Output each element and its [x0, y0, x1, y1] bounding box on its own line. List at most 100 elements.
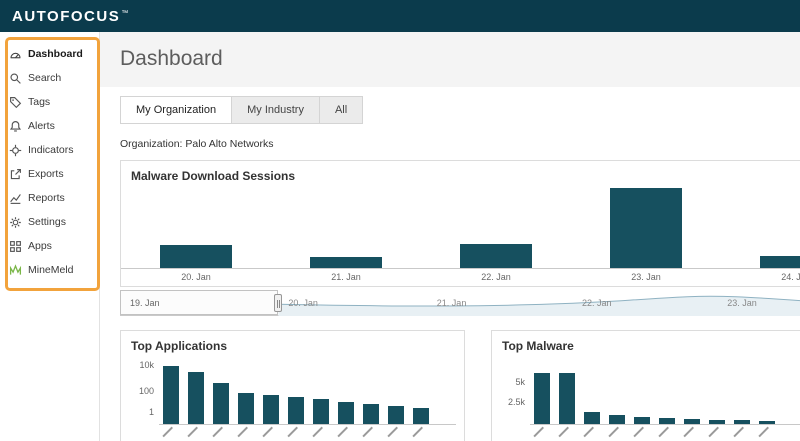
tag-icon	[9, 96, 22, 109]
panel-title: Top Applications	[121, 331, 464, 357]
malware-sessions-bar	[160, 245, 232, 268]
y-tick-label: 1	[149, 407, 154, 417]
rotated-tick-label	[583, 427, 593, 437]
sidebar-item-exports[interactable]: Exports	[0, 162, 99, 186]
rotated-tick-label	[262, 427, 272, 437]
rotated-tick-label	[312, 427, 322, 437]
bar-chart-area	[121, 187, 800, 269]
malware-sessions-bar	[760, 256, 800, 268]
sidebar-item-label: Reports	[28, 192, 65, 204]
top-malware-panel: Top Malware 5k 2.5k	[491, 330, 800, 441]
main-content: Dashboard My Organization My Industry Al…	[100, 32, 800, 441]
sidebar-item-label: Settings	[28, 216, 66, 228]
x-axis-label: 21. Jan	[271, 269, 421, 282]
sidebar-item-reports[interactable]: Reports	[0, 186, 99, 210]
minemeld-icon	[9, 264, 22, 277]
tab-my-organization[interactable]: My Organization	[120, 96, 232, 124]
y-tick-label: 2.5k	[508, 397, 525, 407]
tab-all[interactable]: All	[319, 96, 363, 124]
malware-download-sessions-panel: Malware Download Sessions 20. Jan21. Jan…	[120, 160, 800, 287]
sidebar-item-settings[interactable]: Settings	[0, 210, 99, 234]
x-axis-label: 23. Jan	[571, 269, 721, 282]
rotated-tick-label	[533, 427, 543, 437]
rotated-tick-label	[387, 427, 397, 437]
chart-bar	[759, 421, 775, 424]
brush-drag-handle[interactable]	[274, 294, 282, 312]
sidebar-item-tags[interactable]: Tags	[0, 90, 99, 114]
sidebar-item-search[interactable]: Search	[0, 66, 99, 90]
malware-sessions-bar	[460, 244, 532, 268]
time-range-selector: 19. Jan 20. Jan 21. Jan 22. Jan 23. Jan	[120, 290, 800, 316]
panel-title: Malware Download Sessions	[121, 161, 800, 187]
sidebar-item-dashboard[interactable]: Dashboard	[0, 42, 99, 66]
app-header: AUTOFOCUS™	[0, 0, 800, 32]
rotated-tick-label	[162, 427, 172, 437]
crosshair-icon	[9, 144, 22, 157]
rotated-tick-label	[683, 427, 693, 437]
chart-bar	[684, 419, 700, 424]
malware-sessions-bar	[610, 188, 682, 268]
chart-bar	[734, 420, 750, 424]
sidebar-item-indicators[interactable]: Indicators	[0, 138, 99, 162]
tab-my-industry[interactable]: My Industry	[231, 96, 320, 124]
sidebar-item-label: Dashboard	[28, 48, 83, 60]
chart-bar	[313, 399, 329, 424]
sidebar-item-minemeld[interactable]: MineMeld	[0, 258, 99, 282]
chart-bar	[238, 393, 254, 424]
chart-bar	[584, 412, 600, 424]
rotated-tick-label	[212, 427, 222, 437]
page-title: Dashboard	[100, 32, 800, 87]
chart-bar	[534, 373, 550, 424]
rotated-tick-label	[633, 427, 643, 437]
x-axis-labels: 20. Jan21. Jan22. Jan23. Jan24. Jan	[121, 269, 800, 282]
malware-sessions-bar	[310, 257, 382, 268]
chart-bar	[659, 418, 675, 424]
trademark-symbol: ™	[121, 10, 128, 17]
export-icon	[9, 168, 22, 181]
organization-label: Organization: Palo Alto Networks	[120, 138, 800, 150]
apps-grid-icon	[9, 240, 22, 253]
chart-bar	[263, 395, 279, 424]
chart-bar	[213, 383, 229, 424]
rotated-x-labels	[492, 425, 800, 433]
top-malware-bars	[530, 363, 800, 425]
sidebar-item-label: Apps	[28, 240, 52, 252]
rotated-tick-label	[658, 427, 668, 437]
sidebar-item-alerts[interactable]: Alerts	[0, 114, 99, 138]
chart-bar	[609, 415, 625, 424]
x-axis-label: 24. Jan	[721, 269, 800, 282]
rotated-tick-label	[608, 427, 618, 437]
dashboard-icon	[9, 48, 22, 61]
chart-bar	[709, 420, 725, 424]
rotated-tick-label	[558, 427, 568, 437]
dashboard-tabs: My Organization My Industry All	[120, 96, 363, 124]
timeline-label: 23. Jan	[727, 298, 757, 308]
timeline-label: 20. Jan	[288, 298, 318, 308]
rotated-tick-label	[287, 427, 297, 437]
chart-bar	[338, 402, 354, 424]
chart-bar	[413, 408, 429, 424]
y-axis: 10k 100 1	[129, 363, 159, 425]
sidebar-item-label: Alerts	[28, 120, 55, 132]
search-icon	[9, 72, 22, 85]
sidebar-item-apps[interactable]: Apps	[0, 234, 99, 258]
sidebar-nav: Dashboard Search Tags Alerts Indicators	[0, 32, 100, 441]
chart-bar	[363, 404, 379, 424]
rotated-tick-label	[412, 427, 422, 437]
chart-bar	[388, 406, 404, 424]
panel-title: Top Malware	[492, 331, 800, 357]
rotated-x-labels	[121, 425, 464, 433]
timeline-label: 22. Jan	[582, 298, 612, 308]
rotated-tick-label	[337, 427, 347, 437]
brush-selected-region[interactable]: 19. Jan	[120, 290, 278, 315]
y-axis: 5k 2.5k	[500, 363, 530, 425]
x-axis-label: 20. Jan	[121, 269, 271, 282]
malware-sessions-chart: 20. Jan21. Jan22. Jan23. Jan24. Jan	[121, 187, 800, 286]
chart-bar	[634, 417, 650, 424]
top-applications-bars	[159, 363, 456, 425]
rotated-tick-label	[237, 427, 247, 437]
chart-bar	[163, 366, 179, 424]
y-tick-label: 5k	[515, 377, 525, 387]
sidebar-item-label: MineMeld	[28, 264, 74, 276]
rotated-tick-label	[758, 427, 768, 437]
